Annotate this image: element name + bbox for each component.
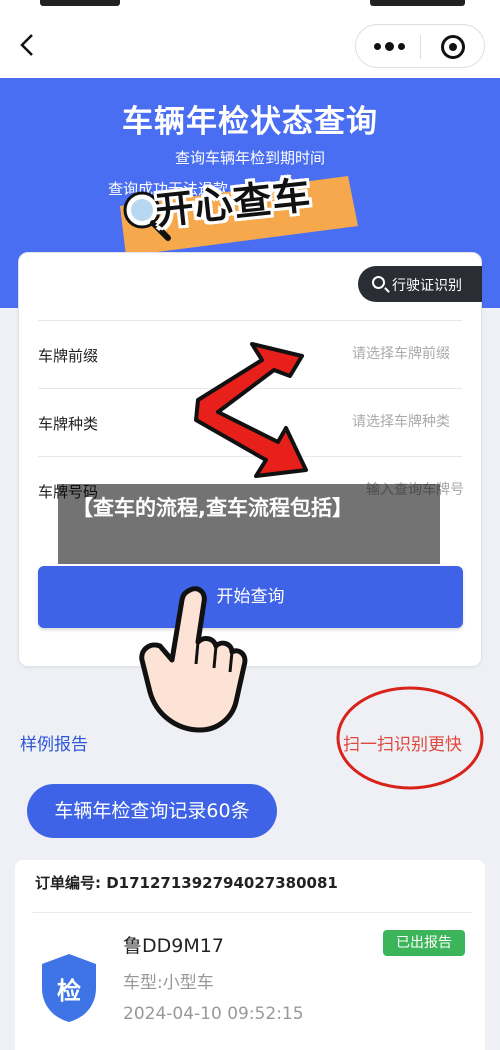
target-close-icon[interactable] bbox=[421, 25, 485, 69]
history-records-button[interactable]: 车辆年检查询记录60条 bbox=[27, 784, 277, 838]
plate-type-label: 车牌种类 bbox=[38, 415, 99, 433]
inspection-shield-icon: 检 bbox=[42, 954, 96, 1022]
sample-report-link[interactable]: 样例报告 bbox=[20, 730, 88, 755]
shield-char: 检 bbox=[57, 977, 81, 1005]
pointing-hand-icon bbox=[139, 586, 248, 733]
license-ocr-button[interactable]: 行驶证识别 bbox=[358, 266, 482, 302]
status-badge: 已出报告 bbox=[383, 930, 465, 956]
start-query-button[interactable]: 开始查询 bbox=[38, 566, 463, 628]
record-timestamp: 2024-04-10 09:52:15 bbox=[123, 1004, 304, 1024]
navigation-bar bbox=[0, 14, 500, 78]
record-divider bbox=[32, 912, 472, 913]
mini-program-capsule bbox=[355, 24, 485, 68]
status-indicator bbox=[40, 0, 120, 6]
hero-subtitle: 查询车辆年检到期时间 bbox=[174, 149, 325, 167]
back-arrow-icon[interactable] bbox=[14, 30, 44, 60]
more-dots-icon[interactable] bbox=[356, 25, 420, 69]
car-type: 车型:小型车 bbox=[123, 973, 214, 993]
plate-prefix-label: 车牌前缀 bbox=[38, 347, 99, 365]
search-icon bbox=[372, 276, 385, 289]
overlay-caption: 【查车的流程,查车流程包括】 bbox=[72, 496, 353, 520]
plate-number: 鲁DD9M17 bbox=[123, 935, 224, 957]
red-arrow-annotation bbox=[194, 342, 308, 478]
status-bar bbox=[0, 0, 500, 14]
status-indicator bbox=[370, 0, 465, 6]
order-number: 订单编号: D171271392794027380081 bbox=[35, 874, 338, 892]
page-title: 车辆年检状态查询 bbox=[122, 104, 378, 140]
license-ocr-label: 行驶证识别 bbox=[392, 278, 462, 294]
scan-recognize-link[interactable]: 扫一扫识别更快 bbox=[343, 730, 462, 755]
form-divider bbox=[38, 320, 462, 321]
